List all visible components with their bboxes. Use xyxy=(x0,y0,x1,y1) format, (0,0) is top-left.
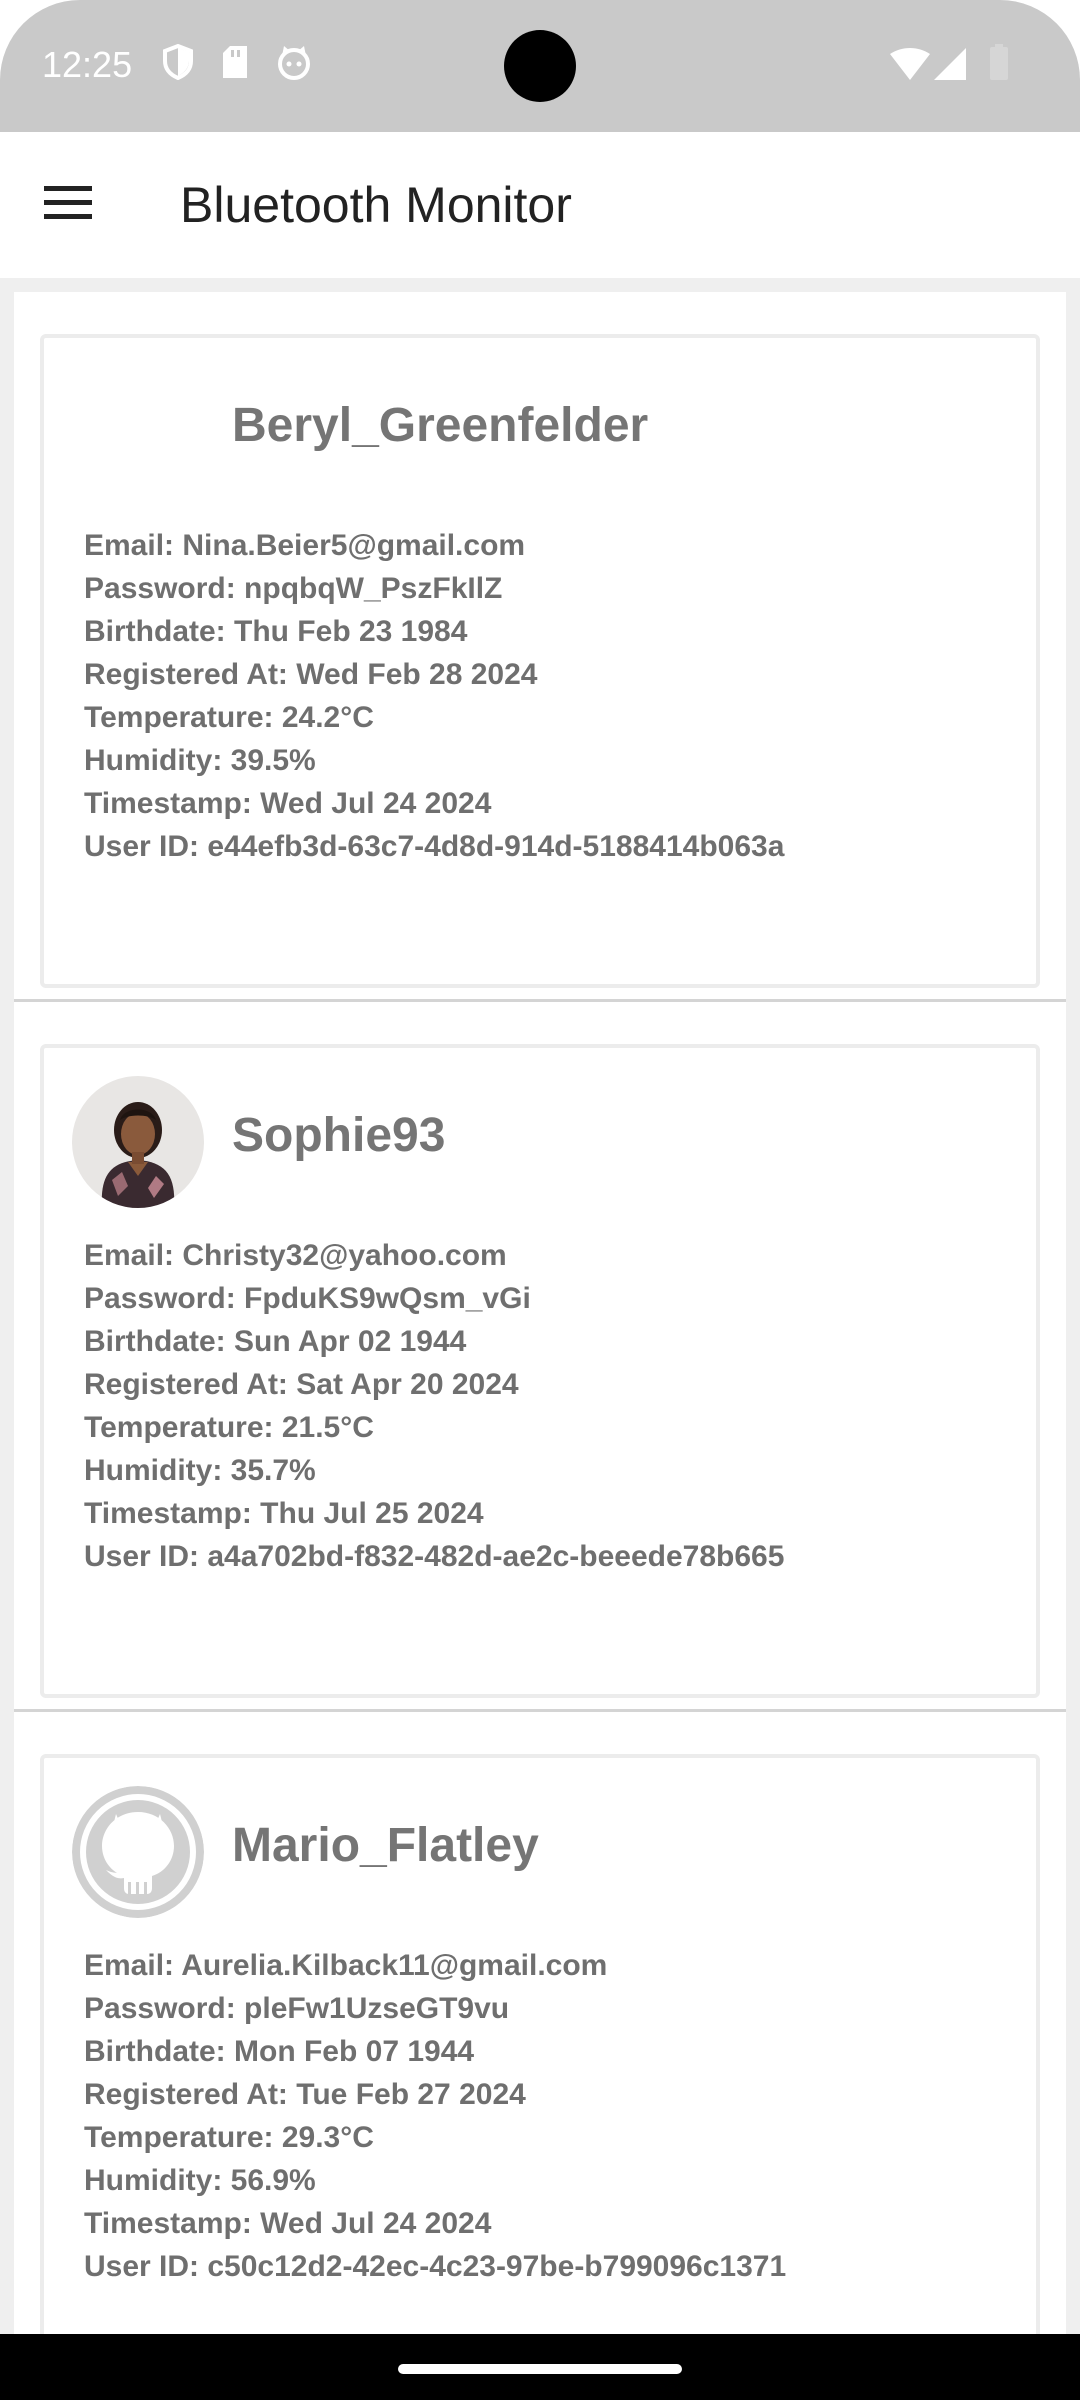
user-details: Email: Aurelia.Kilback11@gmail.com Passw… xyxy=(84,1944,786,2288)
registered-at-text: Registered At: Wed Feb 28 2024 xyxy=(84,658,538,691)
password-text: Password: npqbqW_PszFkIlZ xyxy=(84,572,503,605)
birthdate-text: Birthdate: Mon Feb 07 1944 xyxy=(84,2035,475,2068)
registered-at-text: Registered At: Sat Apr 20 2024 xyxy=(84,1368,519,1401)
hamburger-menu-icon[interactable] xyxy=(36,170,100,234)
shield-icon xyxy=(162,44,194,80)
temperature-text: Temperature: 21.5°C xyxy=(84,1411,374,1444)
screen: 12:25 Bluetooth Monitor Beryl_Greenfelde… xyxy=(0,0,1080,2400)
avatar xyxy=(72,1076,204,1208)
list-item[interactable]: Sophie93 Email: Christy32@yahoo.com Pass… xyxy=(14,1002,1066,1712)
user-id-text: User ID: a4a702bd-f832-482d-ae2c-beeede7… xyxy=(84,1540,785,1573)
user-card[interactable]: Sophie93 Email: Christy32@yahoo.com Pass… xyxy=(40,1044,1040,1698)
user-list[interactable]: Beryl_Greenfelder Email: Nina.Beier5@gma… xyxy=(14,292,1066,2334)
username: Mario_Flatley xyxy=(232,1819,539,1872)
humidity-text: Humidity: 35.7% xyxy=(84,1454,316,1487)
app-bar: Bluetooth Monitor xyxy=(0,132,1080,278)
cellular-signal-icon xyxy=(934,48,966,80)
wifi-icon xyxy=(890,48,930,80)
cat-face-icon xyxy=(276,44,312,80)
temperature-text: Temperature: 29.3°C xyxy=(84,2121,374,2154)
status-bar: 12:25 xyxy=(0,0,1080,132)
list-item[interactable]: Beryl_Greenfelder Email: Nina.Beier5@gma… xyxy=(14,292,1066,1002)
page-title: Bluetooth Monitor xyxy=(180,177,572,233)
home-indicator[interactable] xyxy=(398,2364,682,2374)
timestamp-text: Timestamp: Wed Jul 24 2024 xyxy=(84,2207,492,2240)
sd-card-icon xyxy=(220,44,250,80)
email-text: Email: Aurelia.Kilback11@gmail.com xyxy=(84,1949,608,1982)
birthdate-text: Birthdate: Sun Apr 02 1944 xyxy=(84,1325,467,1358)
username: Sophie93 xyxy=(232,1109,446,1162)
registered-at-text: Registered At: Tue Feb 27 2024 xyxy=(84,2078,526,2111)
github-icon xyxy=(72,1786,204,1918)
humidity-text: Humidity: 56.9% xyxy=(84,2164,316,2197)
status-time: 12:25 xyxy=(42,44,133,85)
user-id-text: User ID: c50c12d2-42ec-4c23-97be-b799096… xyxy=(84,2250,787,2283)
list-item[interactable]: Mario_Flatley Email: Aurelia.Kilback11@g… xyxy=(14,1712,1066,2334)
birthdate-text: Birthdate: Thu Feb 23 1984 xyxy=(84,615,468,648)
user-id-text: User ID: e44efb3d-63c7-4d8d-914d-5188414… xyxy=(84,830,785,863)
temperature-text: Temperature: 24.2°C xyxy=(84,701,374,734)
password-text: Password: pleFw1UzseGT9vu xyxy=(84,1992,510,2025)
humidity-text: Humidity: 39.5% xyxy=(84,744,316,777)
email-text: Email: Christy32@yahoo.com xyxy=(84,1239,507,1272)
navigation-bar xyxy=(0,2334,1080,2400)
user-card[interactable]: Mario_Flatley Email: Aurelia.Kilback11@g… xyxy=(40,1754,1040,2334)
username: Beryl_Greenfelder xyxy=(232,399,649,452)
timestamp-text: Timestamp: Thu Jul 25 2024 xyxy=(84,1497,484,1530)
user-details: Email: Christy32@yahoo.com Password: Fpd… xyxy=(84,1234,784,1578)
email-text: Email: Nina.Beier5@gmail.com xyxy=(84,529,526,562)
timestamp-text: Timestamp: Wed Jul 24 2024 xyxy=(84,787,492,820)
user-card[interactable]: Beryl_Greenfelder Email: Nina.Beier5@gma… xyxy=(40,334,1040,988)
password-text: Password: FpduKS9wQsm_vGi xyxy=(84,1282,531,1315)
battery-icon xyxy=(990,44,1008,80)
content-area: Beryl_Greenfelder Email: Nina.Beier5@gma… xyxy=(0,278,1080,2334)
user-details: Email: Nina.Beier5@gmail.com Password: n… xyxy=(84,524,784,868)
camera-cutout xyxy=(504,30,576,102)
